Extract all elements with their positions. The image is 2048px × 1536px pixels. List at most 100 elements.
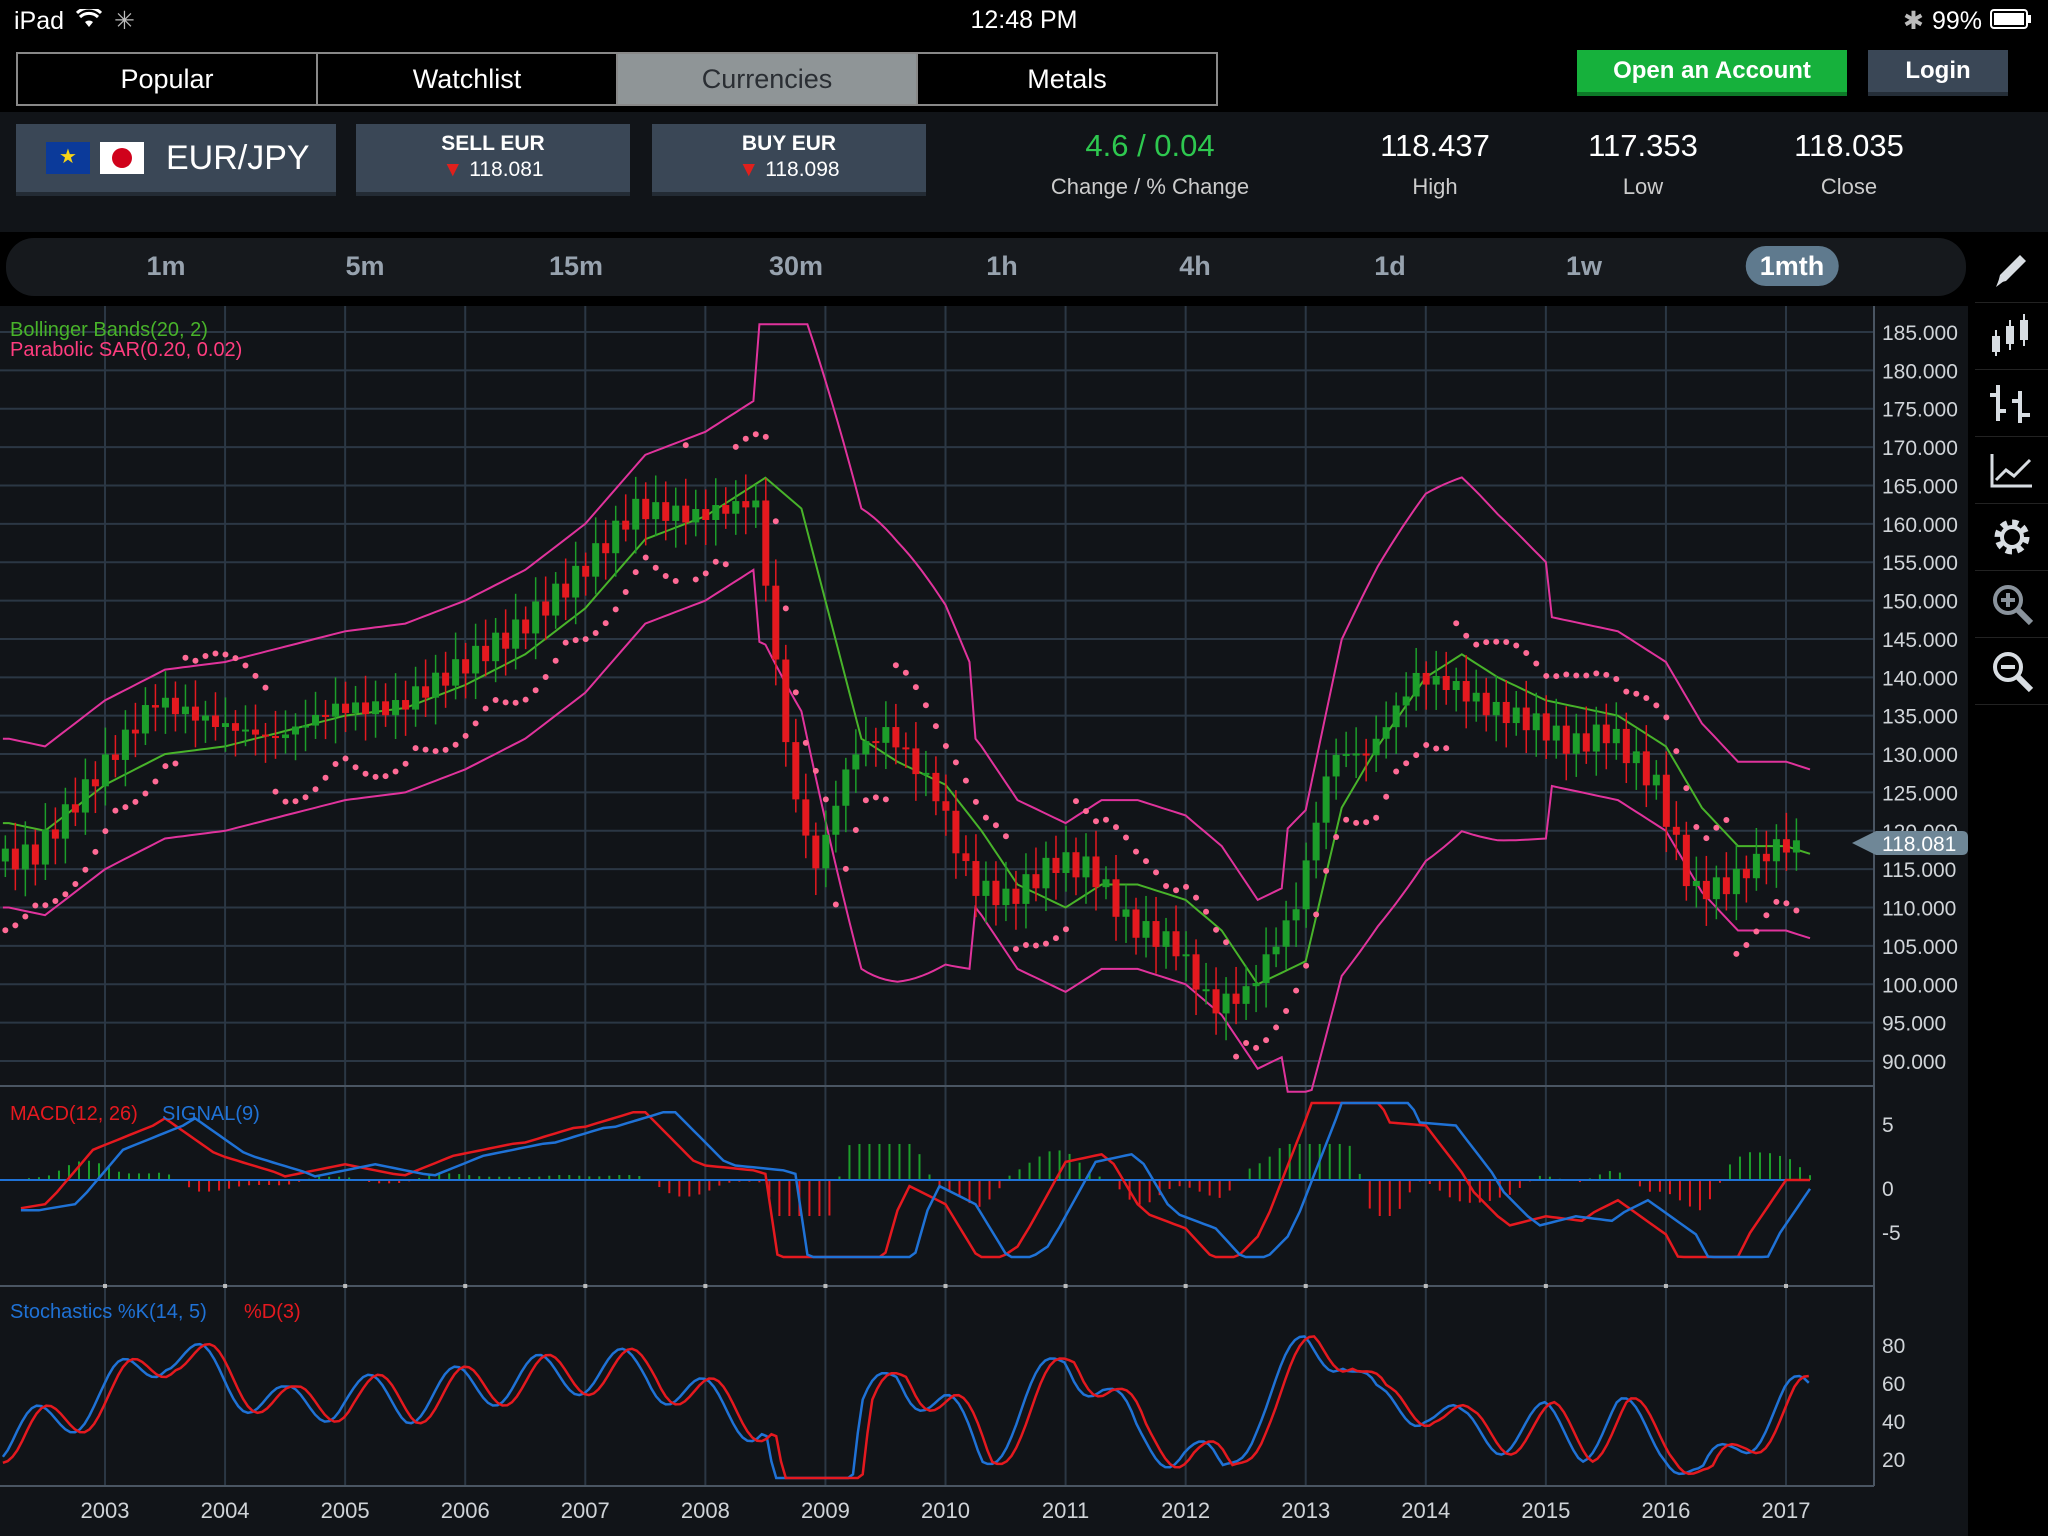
sar-dot — [1173, 887, 1180, 894]
sar-dot — [652, 564, 659, 571]
candle-body — [1712, 877, 1720, 900]
buy-button[interactable]: BUY EUR ▼ 118.098 — [652, 124, 926, 192]
candle-body — [722, 505, 730, 514]
sar-dot — [962, 777, 969, 784]
candle-body — [1742, 868, 1750, 879]
sar-dot — [792, 689, 799, 696]
timeframe-30m[interactable]: 30m — [755, 246, 837, 286]
sar-dot — [1573, 672, 1580, 679]
sar-dot — [912, 684, 919, 691]
sar-dot — [1443, 745, 1450, 752]
candle-body — [1152, 921, 1160, 947]
candle-body — [1702, 880, 1710, 900]
candle-body — [1652, 774, 1660, 786]
sar-dot — [1233, 1053, 1240, 1060]
sar-dot — [1393, 768, 1400, 775]
sar-dot — [1283, 1007, 1290, 1014]
sar-dot — [482, 705, 489, 712]
y-tick-label: 125.000 — [1882, 782, 1958, 805]
timeframe-1w[interactable]: 1w — [1552, 246, 1616, 286]
candle-body — [1222, 993, 1230, 1014]
timeframe-15m[interactable]: 15m — [535, 246, 617, 286]
pane-marker — [1303, 1284, 1308, 1288]
sar-dot — [1503, 638, 1510, 645]
candle-body — [1572, 733, 1580, 754]
y-tick-label: 150.000 — [1882, 591, 1958, 614]
gear-icon[interactable] — [1975, 504, 2048, 571]
candle-body — [1682, 834, 1690, 887]
candle-body — [552, 583, 560, 616]
y-tick-label: 115.000 — [1882, 859, 1956, 882]
candle-body — [1582, 733, 1590, 752]
candle-body — [422, 686, 430, 698]
timeframe-1d[interactable]: 1d — [1360, 246, 1420, 286]
sar-dot — [312, 786, 319, 793]
candle-body — [362, 702, 370, 715]
x-tick-label: 2007 — [561, 1498, 610, 1523]
sar-dot — [552, 657, 559, 664]
sar-dot — [1062, 926, 1069, 933]
candle-body — [642, 498, 650, 520]
tab-currencies[interactable]: Currencies — [618, 54, 918, 104]
tab-metals[interactable]: Metals — [918, 54, 1216, 104]
sar-dot — [1513, 642, 1520, 649]
change-label: Change / % Change — [1050, 174, 1250, 199]
zoom-in-icon[interactable] — [1975, 571, 2048, 638]
zoom-out-icon[interactable] — [1975, 638, 2048, 705]
candle-body — [1552, 725, 1560, 741]
login-button[interactable]: Login — [1868, 50, 2008, 92]
sar-dot — [1353, 819, 1360, 826]
candle-body — [322, 714, 330, 717]
candle-body — [842, 769, 850, 806]
candle-body — [1782, 839, 1790, 853]
battery-percent: 99% — [1931, 6, 1982, 35]
candle-body — [952, 810, 960, 854]
timeframe-5m[interactable]: 5m — [331, 246, 398, 286]
sar-dot — [1263, 1037, 1270, 1044]
pane-marker — [1063, 1284, 1068, 1288]
sar-dot — [142, 790, 149, 797]
down-arrow-icon: ▼ — [442, 158, 464, 181]
candle-body — [782, 659, 790, 743]
sar-dot — [122, 804, 129, 811]
sar-dot — [1453, 620, 1460, 627]
tab-watchlist[interactable]: Watchlist — [318, 54, 618, 104]
ohlc-icon[interactable] — [1975, 370, 2048, 437]
candlestick-icon[interactable] — [1975, 303, 2048, 370]
sar-dot — [1193, 894, 1200, 901]
candle-body — [1302, 860, 1310, 910]
sar-dot — [922, 702, 929, 709]
pane-marker — [103, 1284, 107, 1288]
tab-popular[interactable]: Popular — [18, 54, 318, 104]
candle-body — [81, 779, 89, 813]
candle-body — [1502, 701, 1510, 724]
candle-body — [942, 801, 950, 811]
pencil-icon[interactable] — [1975, 236, 2048, 303]
candle-body — [101, 754, 109, 787]
line-chart-icon[interactable] — [1975, 437, 2048, 504]
open-account-button[interactable]: Open an Account — [1577, 50, 1847, 92]
price-chart[interactable]: 185.000 180.000 175.000 170.000 165.000 160.0… — [0, 306, 1968, 1536]
candle-body — [251, 729, 259, 735]
timeframe-4h[interactable]: 4h — [1165, 246, 1225, 286]
timeframe-1mth[interactable]: 1mth — [1745, 246, 1839, 286]
sar-dot — [1523, 649, 1530, 656]
sar-dot — [432, 748, 439, 755]
sar-dot — [1072, 798, 1079, 805]
chart-area[interactable]: 185.000 180.000 175.000 170.000 165.000 160.0… — [0, 306, 1968, 1536]
timeframe-1m[interactable]: 1m — [132, 246, 199, 286]
sar-dot — [1623, 688, 1630, 695]
market-tabs: Popular Watchlist Currencies Metals — [16, 52, 1218, 106]
timeframe-1h[interactable]: 1h — [972, 246, 1032, 286]
candle-body — [292, 726, 300, 735]
candle-body — [241, 729, 249, 732]
sar-dot — [452, 741, 459, 748]
pair-selector[interactable]: EUR/JPY — [16, 124, 336, 192]
sar-dot — [752, 431, 759, 438]
sar-dot — [542, 674, 549, 681]
candle-body — [141, 705, 149, 734]
sell-button[interactable]: SELL EUR ▼ 118.081 — [356, 124, 630, 192]
sar-dot — [352, 764, 359, 771]
sar-dot — [842, 865, 849, 872]
candle-body — [432, 672, 440, 698]
